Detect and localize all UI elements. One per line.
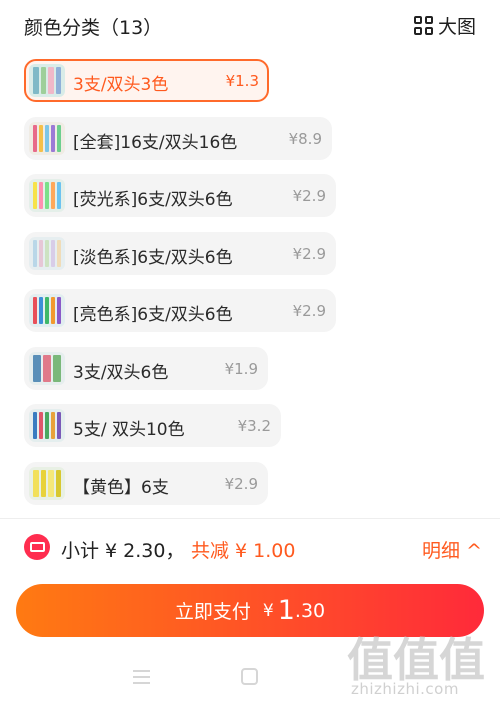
option-label: 3支/双头6色 [73,362,169,383]
option-thumbnail [29,236,65,270]
divider [0,518,500,519]
color-option[interactable]: [全套]16支/双头16色 ¥8.9 [24,116,332,160]
color-option[interactable]: [亮色系]6支/双头6色 ¥2.9 [24,289,336,332]
option-label: [全套]16支/双头16色 [73,132,238,153]
home-icon[interactable] [241,668,258,685]
option-label: [荧光系]6支/双头6色 [73,190,233,210]
option-price: ¥2.9 [292,244,326,263]
color-option-list: 3支/双头3色 ¥1.3 [全套]16支/双头16色 ¥8.9 [荧光系]6支/… [24,59,484,519]
option-thumbnail [29,409,65,442]
detail-toggle-button[interactable]: 明细 ^ [422,536,482,563]
subtotal-text: 小计 ¥ 2.30， [61,540,185,562]
color-option[interactable]: 3支/双头6色 ¥1.9 [24,346,268,390]
option-label: [淡色系]6支/双头6色 [73,247,233,268]
pay-amount-integer: 1 [277,595,295,626]
option-price: ¥2.9 [292,187,326,205]
option-price: ¥2.9 [292,302,326,320]
pay-currency: ¥ [262,600,274,621]
option-thumbnail [29,64,65,97]
header: 颜色分类（13） 大图 [0,0,500,52]
page-title: 颜色分类（13） [24,17,163,39]
watermark-text: zhizhizhi.com [351,680,459,698]
color-option[interactable]: 3支/双头3色 ¥1.3 [24,59,269,102]
option-thumbnail [29,294,65,327]
option-label: [亮色系]6支/双头6色 [73,305,233,325]
option-price: ¥8.9 [288,129,322,148]
option-thumbnail [29,351,65,385]
option-thumbnail [29,121,65,155]
option-price: ¥1.9 [224,359,258,378]
large-image-toggle-button[interactable]: 大图 [413,12,476,39]
color-option[interactable]: 【黄色】6支 ¥2.9 [24,461,268,505]
option-label: 【黄色】6支 [73,477,169,498]
option-label: 5支/ 双头10色 [73,420,185,440]
option-thumbnail [29,179,65,212]
order-summary: 小计 ¥ 2.30， 共减 ¥ 1.00 明细 ^ [0,525,500,571]
menu-icon[interactable] [133,670,150,684]
color-option[interactable]: [荧光系]6支/双头6色 ¥2.9 [24,174,336,217]
watermark: 值 值 值 zhizhizhi.com [343,620,493,700]
coupon-icon [24,534,50,560]
option-price: ¥1.3 [225,72,259,90]
large-image-toggle-label: 大图 [437,16,476,38]
option-label: 3支/双头3色 [73,75,169,95]
grid-icon [413,16,433,35]
discount-text: 共减 ¥ 1.00 [191,540,296,562]
color-option[interactable]: 5支/ 双头10色 ¥3.2 [24,404,281,447]
option-price: ¥3.2 [237,417,271,435]
option-thumbnail [29,466,65,500]
pay-amount-decimal: .30 [294,599,326,622]
color-option[interactable]: [淡色系]6支/双头6色 ¥2.9 [24,231,336,275]
pay-button-label: 立即支付 [174,601,251,623]
option-price: ¥2.9 [224,474,258,493]
